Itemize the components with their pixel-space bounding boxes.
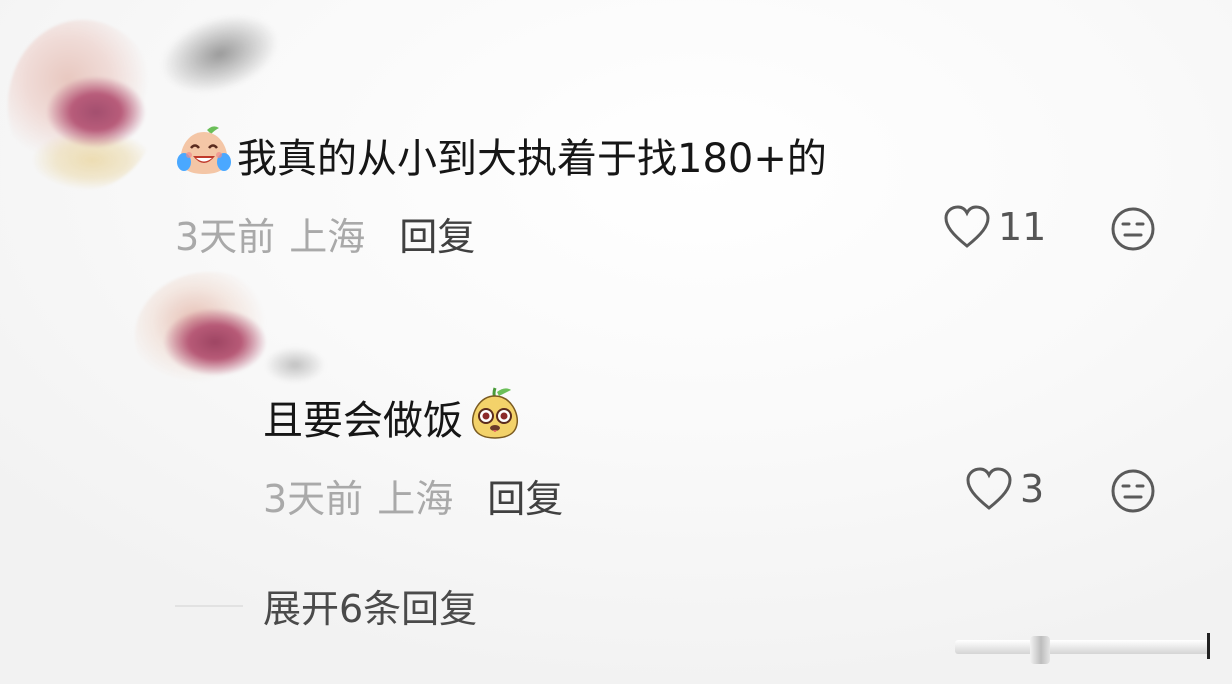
comment-meta: 3天前 上海 回复 [175,206,475,261]
dislike-button[interactable] [1110,206,1156,256]
reply-meta: 3天前 上海 回复 [263,468,563,523]
scrollbar-end-marker [1207,633,1210,659]
reply-like-count: 3 [1020,467,1045,511]
laughing-crying-peach-emoji [175,124,233,186]
heart-outline-icon [966,467,1012,510]
comment-text: 我真的从小到大执着于找180+的 [237,136,827,182]
neutral-face-icon [1111,469,1155,513]
comment-thread: 我真的从小到大执着于找180+的 3天前 上海 回复 11 且要会做饭 3天前 … [0,0,1232,684]
expand-replies-button[interactable]: 展开6条回复 [175,578,477,633]
divider-line [175,604,243,607]
reply-body: 且要会做饭 [263,384,523,450]
avatar-shadow [260,340,330,390]
reply-to-reply-button[interactable]: 回复 [487,468,563,523]
reply-button[interactable]: 回复 [399,206,475,261]
like-count: 11 [998,205,1047,249]
like-button[interactable]: 11 [942,204,1046,250]
reply-like-button[interactable]: 3 [964,466,1044,512]
avatar-shadow [137,0,303,124]
expand-replies-label: 展开6条回复 [263,587,478,631]
reply-dislike-button[interactable] [1110,468,1156,518]
reply-location: 上海 [377,477,454,521]
neutral-face-icon [1111,207,1155,251]
comment-body: 我真的从小到大执着于找180+的 [175,124,827,186]
commenter-avatar[interactable] [8,20,158,190]
heart-outline-icon [944,205,990,248]
comment-time: 3天前 [175,215,276,259]
horizontal-scrollbar[interactable] [955,640,1210,654]
scrollbar-thumb[interactable] [1030,636,1050,664]
comment-location: 上海 [289,215,366,259]
reply-time: 3天前 [263,477,364,521]
reply-text: 且要会做饭 [263,398,463,444]
surprised-pear-emoji [467,384,523,450]
